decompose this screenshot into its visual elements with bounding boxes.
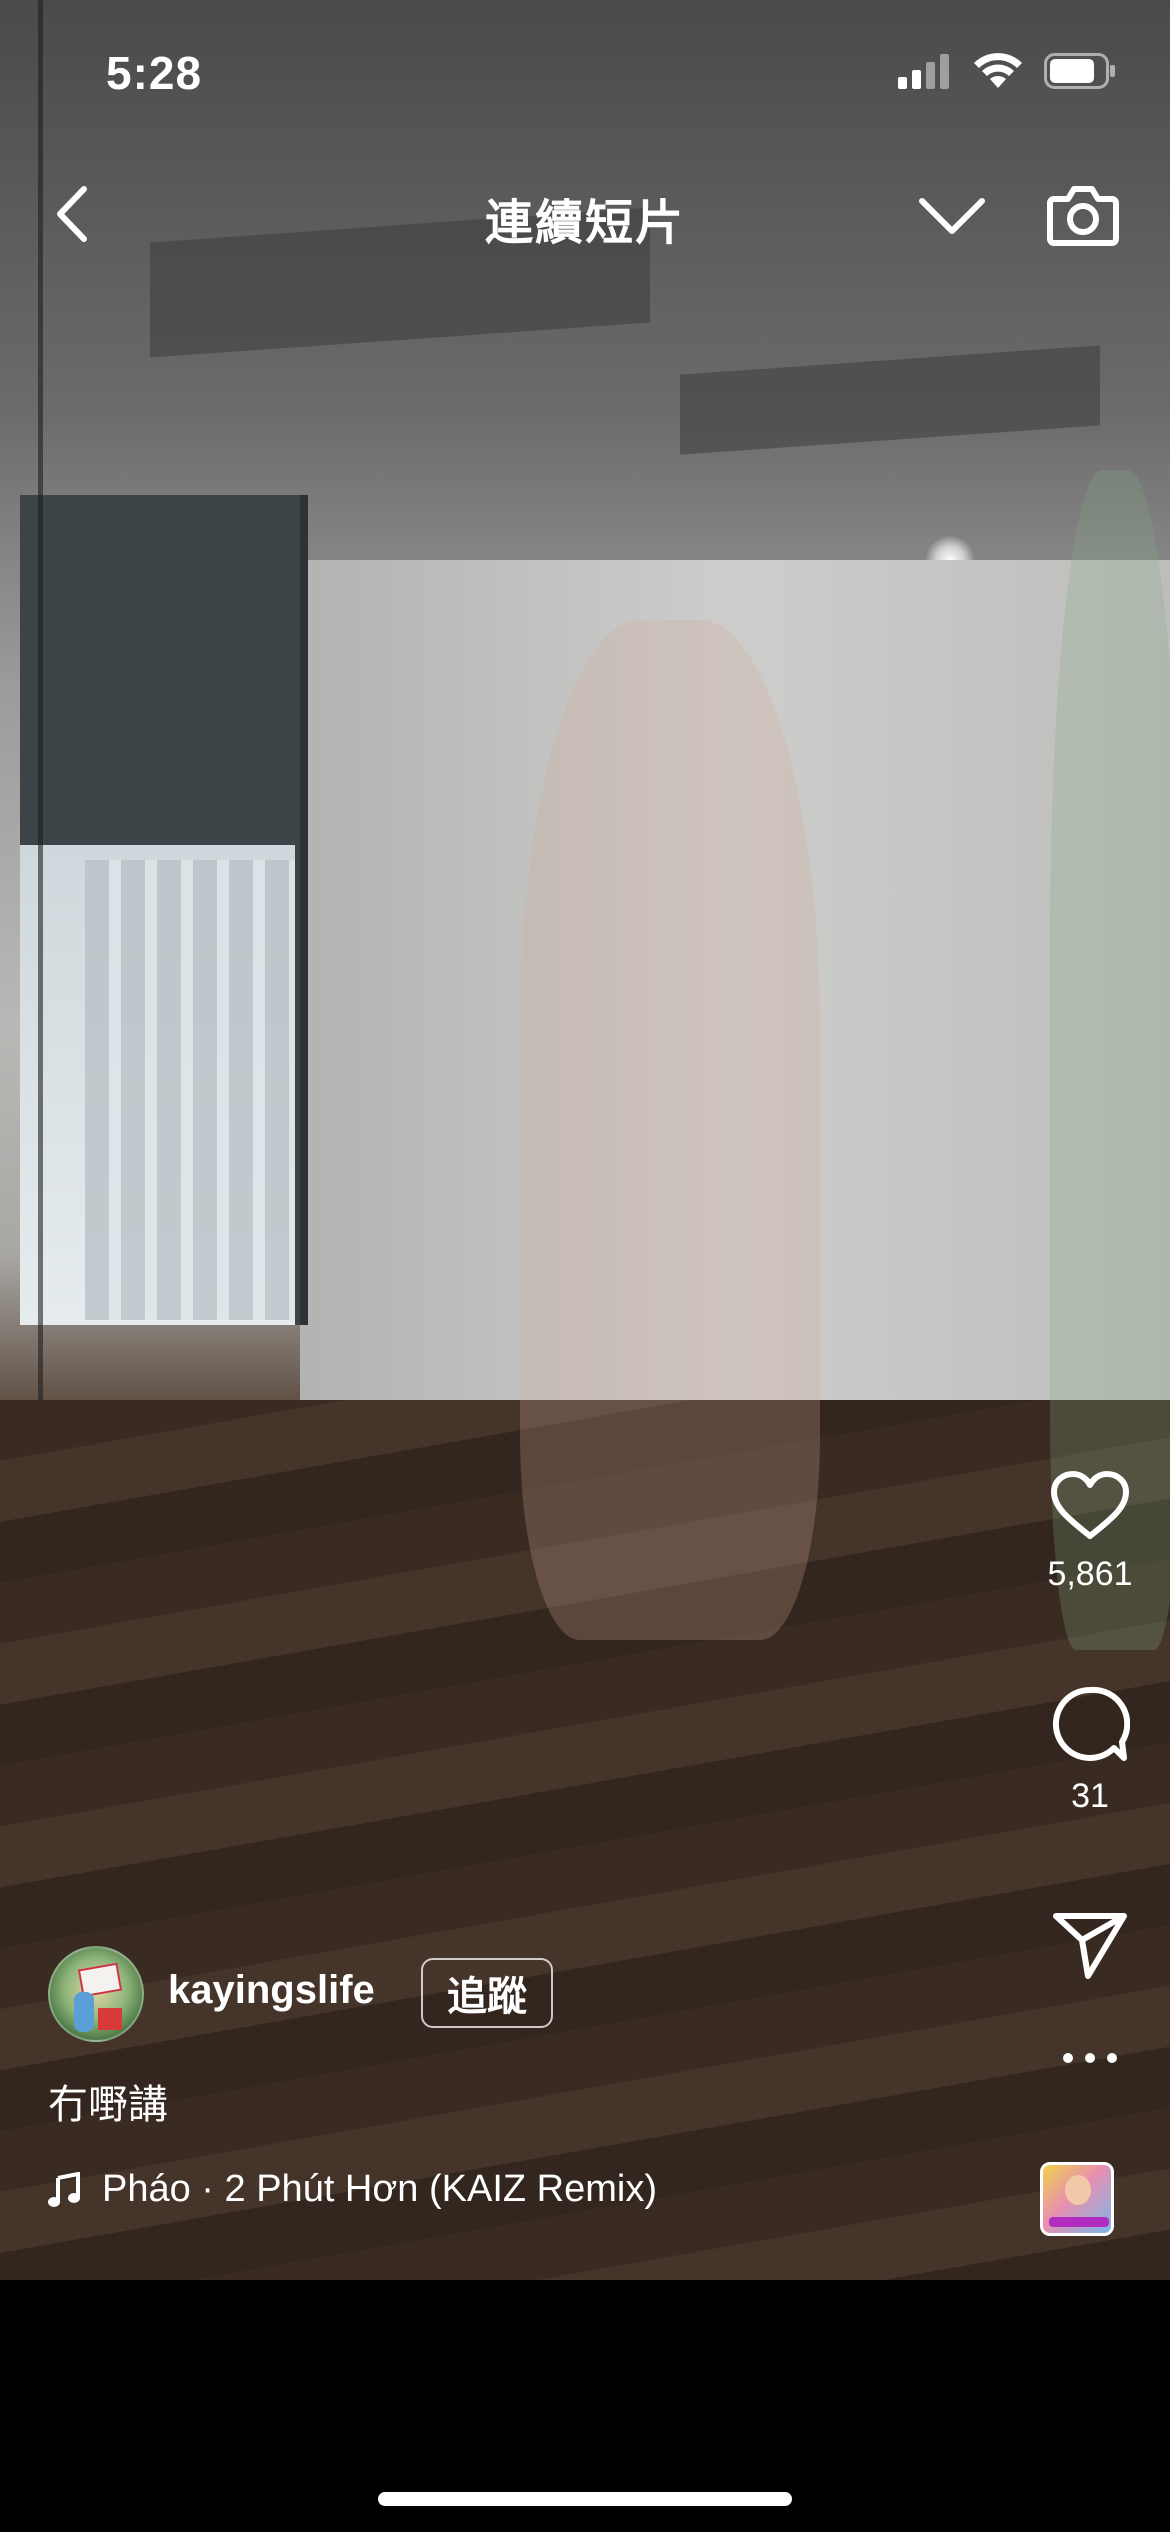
heart-icon: [1051, 1471, 1129, 1539]
outside-building: [85, 860, 295, 1320]
reel-video[interactable]: [0, 0, 1170, 2280]
status-bar: 5:28: [0, 0, 1170, 150]
audio-thumbnail[interactable]: [1040, 2162, 1114, 2236]
status-icons: [898, 52, 1116, 95]
avatar[interactable]: [48, 1946, 144, 2042]
like-count: 5,861: [1047, 1555, 1133, 1593]
comment-icon: [1052, 1686, 1131, 1761]
feed-dropdown-button[interactable]: [916, 187, 988, 243]
camera-icon: [1047, 186, 1119, 246]
music-note-icon: [48, 2171, 80, 2207]
music-info[interactable]: Pháo · 2 Phút Hơn (KAIZ Remix): [48, 2168, 657, 2211]
home-indicator[interactable]: [378, 2492, 792, 2506]
status-time: 5:28: [106, 47, 203, 99]
follow-button[interactable]: 追蹤: [421, 1958, 553, 2028]
dancer-main: [520, 620, 820, 1640]
battery-icon: [1044, 53, 1116, 94]
camera-button[interactable]: [1046, 177, 1120, 251]
username[interactable]: kayingslife: [168, 1968, 375, 2013]
chevron-down-icon: [919, 198, 985, 234]
wifi-icon: [972, 52, 1024, 95]
cellular-signal-icon: [898, 53, 952, 94]
caption[interactable]: 冇嘢講: [48, 2072, 168, 2130]
music-title: Pháo · 2 Phút Hơn (KAIZ Remix): [102, 2168, 657, 2210]
post-info: kayingslife 追蹤 冇嘢講 Pháo · 2 Phút Hơn (KA…: [0, 1940, 1170, 2270]
nav-bar: 連續短片: [0, 165, 1170, 265]
comment-count: 31: [1071, 1777, 1109, 1815]
ceiling-vent: [680, 345, 1100, 455]
like-action[interactable]: 5,861: [1010, 1470, 1170, 1594]
page-title: 連續短片: [484, 197, 685, 250]
comment-action[interactable]: 31: [1010, 1684, 1170, 1816]
